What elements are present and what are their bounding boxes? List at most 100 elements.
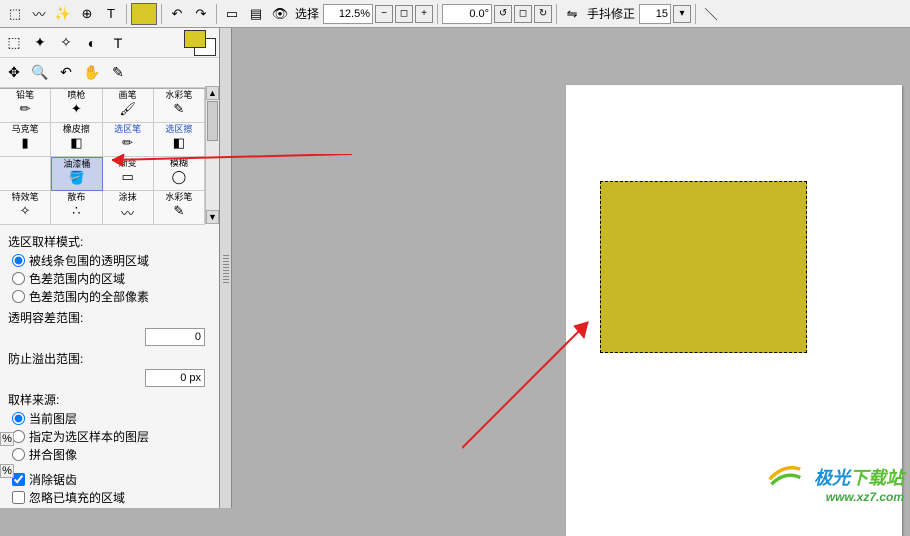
zoom-fit-button[interactable]: ◻	[395, 5, 413, 23]
circle-half-icon[interactable]: ◐	[81, 32, 103, 54]
radio-current-input[interactable]	[12, 412, 25, 425]
sparkle-icon[interactable]: ✦	[29, 32, 51, 54]
tool-散布[interactable]: 散布∴	[51, 191, 102, 225]
zoom-icon[interactable]: 🔍	[29, 62, 51, 84]
color-swatches[interactable]	[184, 30, 216, 56]
tool-橡皮擦[interactable]: 橡皮擦◧	[51, 123, 102, 157]
separator	[126, 4, 127, 24]
zoom-input[interactable]	[323, 4, 373, 24]
tool-glyph-icon: ▮	[22, 135, 29, 151]
hand-icon[interactable]: ✋	[81, 62, 103, 84]
tool-label: 橡皮擦	[63, 124, 90, 134]
tool-glyph-icon: ∴	[72, 203, 80, 219]
redo-icon[interactable]: ↷	[190, 3, 212, 25]
tool-empty[interactable]	[0, 157, 51, 191]
undo-icon[interactable]: ↶	[166, 3, 188, 25]
tool-glyph-icon: ✎	[173, 101, 184, 117]
tool-glyph-icon: ✏	[20, 101, 31, 117]
stabilizer-label: 手抖修正	[587, 5, 635, 22]
tool-label: 油漆桶	[63, 159, 90, 169]
wand-icon[interactable]: ✨	[52, 3, 74, 25]
eye-icon[interactable]: 👁	[269, 3, 291, 25]
tool-label: 散布	[67, 192, 85, 202]
flip-icon[interactable]: ⇋	[561, 3, 583, 25]
rotate-left-button[interactable]: ↺	[494, 5, 512, 23]
canvas-view1-icon[interactable]: ▭	[221, 3, 243, 25]
scroll-up-icon[interactable]: ▲	[206, 86, 219, 100]
tool-铅笔[interactable]: 铅笔✏	[0, 89, 51, 123]
rotate-icon[interactable]: ↶	[55, 62, 77, 84]
separator	[695, 4, 696, 24]
tool-label: 铅笔	[16, 90, 34, 100]
checkbox-antialias[interactable]: 消除锯齿	[12, 471, 211, 488]
select-label: 选择	[295, 5, 319, 22]
tool-特效笔[interactable]: 特效笔✧	[0, 191, 51, 225]
watermark: 极光下载站 www.xz7.com	[814, 464, 904, 504]
tool-row-secondary: ✥ 🔍 ↶ ✋ ✎	[0, 58, 219, 88]
tool-glyph-icon: ✏	[122, 135, 133, 151]
star-icon[interactable]: ✧	[55, 32, 77, 54]
separator	[216, 4, 217, 24]
move-icon[interactable]: ⊕	[76, 3, 98, 25]
radio-transparent-input[interactable]	[12, 254, 25, 267]
stabilizer-input[interactable]	[639, 4, 671, 24]
opacity2-icon[interactable]: %	[0, 464, 14, 478]
filled-selection-rect[interactable]	[600, 181, 807, 353]
tool-label: 特效笔	[12, 192, 39, 202]
watermark-brand: 极光	[814, 468, 850, 488]
tool-选区笔[interactable]: 选区笔✏	[103, 123, 154, 157]
eyedropper-icon[interactable]: ✎	[107, 62, 129, 84]
tool-label: 画笔	[119, 90, 137, 100]
checkbox-ignore-filled[interactable]: 忽略已填充的区域	[12, 489, 211, 506]
tool-油漆桶[interactable]: 油漆桶🪣	[51, 157, 102, 191]
zoom-in-button[interactable]: +	[415, 5, 433, 23]
top-toolbar: ⬚ 〰 ✨ ⊕ T ↶ ↷ ▭ ▤ 👁 选择 − ◻ + ↺ ◻ ↻ ⇋ 手抖修…	[0, 0, 910, 28]
tool-label: 喷枪	[67, 90, 85, 100]
tool-马克笔[interactable]: 马克笔▮	[0, 123, 51, 157]
annotation-arrow-1	[112, 154, 372, 454]
text-icon[interactable]: T	[107, 32, 129, 54]
tool-水彩笔[interactable]: 水彩笔✎	[154, 89, 205, 123]
tool-label: 马克笔	[12, 124, 39, 134]
tool-glyph-icon: ◧	[70, 135, 82, 151]
radio-color-range-input[interactable]	[12, 272, 25, 285]
tool-glyph-icon: ✦	[71, 101, 82, 117]
separator	[161, 4, 162, 24]
foreground-color-swatch[interactable]	[131, 3, 157, 25]
tool-label: 水彩笔	[165, 90, 192, 100]
scroll-thumb[interactable]	[207, 101, 218, 141]
canvas-area[interactable]	[232, 28, 910, 508]
foreground-color-icon[interactable]	[184, 30, 206, 48]
select-rect-icon[interactable]: ⬚	[3, 32, 25, 54]
left-edge-strip: % %	[0, 432, 14, 508]
opacity-icon[interactable]: %	[0, 432, 14, 446]
stabilizer-dropdown-button[interactable]: ▾	[673, 5, 691, 23]
watermark-swoosh-icon	[768, 460, 802, 490]
tool-glyph-icon: 🖌	[119, 101, 136, 117]
move-icon[interactable]: ✥	[3, 62, 25, 84]
text-tool-icon[interactable]: T	[100, 3, 122, 25]
lasso-icon[interactable]: 〰	[28, 3, 50, 25]
rotate-right-button[interactable]: ↻	[534, 5, 552, 23]
rotate-reset-button[interactable]: ◻	[514, 5, 532, 23]
watermark-brand2: 下载站	[850, 468, 904, 488]
tool-画笔[interactable]: 画笔🖌	[103, 89, 154, 123]
tool-喷枪[interactable]: 喷枪✦	[51, 89, 102, 123]
tool-选区擦[interactable]: 选区擦◧	[154, 123, 205, 157]
tool-label: 选区笔	[114, 124, 141, 134]
angle-input[interactable]	[442, 4, 492, 24]
annotation-arrow-2	[462, 318, 622, 468]
marquee-rect-icon[interactable]: ⬚	[4, 3, 26, 25]
tool-label: 选区擦	[165, 124, 192, 134]
tool-row-primary: ⬚ ✦ ✧ ◐ T	[0, 28, 219, 58]
tool-glyph-icon: ✧	[20, 203, 31, 219]
canvas-view2-icon[interactable]: ▤	[245, 3, 267, 25]
line-tool-icon[interactable]: ＼	[700, 3, 722, 25]
separator	[437, 4, 438, 24]
watermark-url: www.xz7.com	[814, 490, 904, 504]
separator	[556, 4, 557, 24]
radio-color-range-all-input[interactable]	[12, 290, 25, 303]
tool-glyph-icon: ◧	[173, 135, 185, 151]
zoom-out-button[interactable]: −	[375, 5, 393, 23]
tool-glyph-icon: 🪣	[69, 170, 85, 186]
